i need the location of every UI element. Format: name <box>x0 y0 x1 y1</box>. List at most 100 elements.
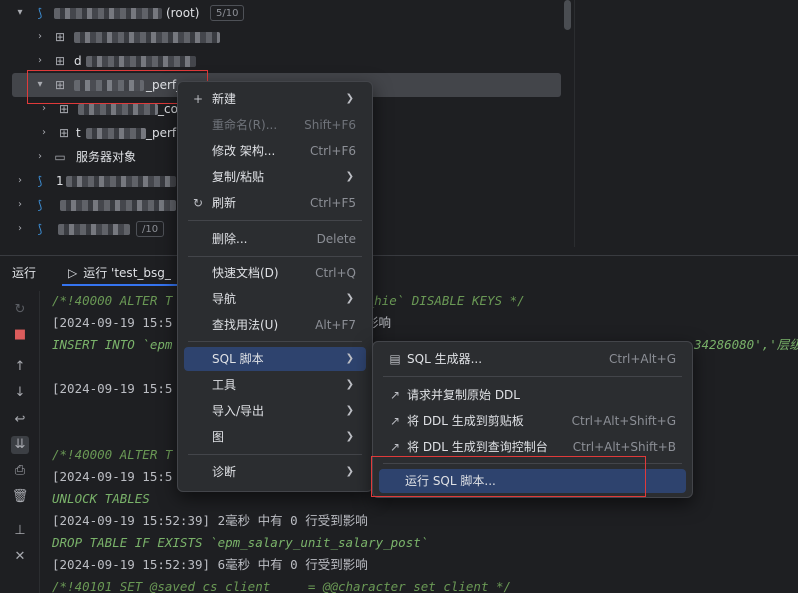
menu-item-diagnostics[interactable]: 诊断 ❯ <box>184 460 366 484</box>
menu-separator <box>383 376 682 377</box>
menu-item-sql-generator[interactable]: ▤ SQL 生成器... Ctrl+Alt+G <box>379 347 686 371</box>
console-line: UNLOCK TABLES <box>52 491 150 506</box>
plus-icon: + <box>192 92 204 106</box>
schema-label: d <box>74 54 82 68</box>
external-link-icon: ↗ <box>389 414 401 428</box>
console-line: DROP TABLE IF EXISTS `epm_salary_unit_sa… <box>52 535 429 550</box>
menu-item-find-usages[interactable]: 查找用法(U) Alt+F7 <box>184 313 366 337</box>
red-highlight-box <box>371 456 646 497</box>
schema-count-badge: /10 <box>136 221 165 237</box>
menu-item-navigate[interactable]: 导航 ❯ <box>184 287 366 311</box>
stop-icon[interactable]: ■ <box>11 326 29 344</box>
schema-icon: ⊞ <box>54 30 66 44</box>
close-icon[interactable]: ✕ <box>11 548 29 566</box>
chevron-right-icon[interactable]: › <box>34 50 46 72</box>
scroll-to-end-icon[interactable]: ⇊ <box>11 436 29 454</box>
menu-item-modify-schema[interactable]: 修改 架构... Ctrl+F6 <box>184 139 366 163</box>
run-panel-title: 运行 <box>12 266 37 280</box>
print-icon[interactable]: ⎙ <box>11 462 29 480</box>
redacted-text <box>78 104 158 115</box>
submenu-arrow-icon: ❯ <box>345 93 354 104</box>
pin-icon[interactable]: ⊥ <box>11 522 29 540</box>
folder-icon: ▭ <box>54 150 66 164</box>
console-line: /*!40000 ALTER T <box>52 447 173 462</box>
schema-icon: ⊞ <box>58 126 70 140</box>
tree-row-schema-2[interactable]: › ⊞ d <box>0 50 560 72</box>
redacted-text <box>54 8 162 19</box>
sql-generator-icon: ▤ <box>389 352 401 366</box>
tree-scrollbar[interactable] <box>564 0 571 30</box>
chevron-right-icon[interactable]: › <box>38 122 50 144</box>
rerun-icon[interactable]: ↻ <box>11 301 29 319</box>
redacted-text <box>58 224 130 235</box>
mysql-datasource-icon: ⟆ <box>37 198 43 212</box>
menu-item-ddl-to-clipboard[interactable]: ↗ 将 DDL 生成到剪贴板 Ctrl+Alt+Shift+G <box>379 409 686 433</box>
redacted-text <box>66 176 176 187</box>
run-tab[interactable]: ▷ 运行 'test_bsg_ <box>68 264 171 281</box>
redacted-text <box>60 200 176 211</box>
menu-item-new[interactable]: + 新建 ❯ <box>184 87 366 111</box>
external-link-icon: ↗ <box>389 388 401 402</box>
menu-item-import-export[interactable]: 导入/导出 ❯ <box>184 399 366 423</box>
console-line: /*!40000 ALTER Talary_hie` DISABLE KEYS … <box>52 293 525 308</box>
menu-item-tools[interactable]: 工具 ❯ <box>184 373 366 397</box>
console-line: [2024-09-19 15:5 影响 <box>52 315 392 330</box>
redacted-text <box>86 56 196 67</box>
schema-count-badge: 5/10 <box>210 5 245 21</box>
menu-separator <box>188 256 362 257</box>
console-line: [2024-09-19 15:52:39] 2毫秒 中有 0 行受到影响 <box>52 513 368 528</box>
context-menu: + 新建 ❯ 重命名(R)... Shift+F6 修改 架构... Ctrl+… <box>177 81 373 492</box>
refresh-icon: ↻ <box>192 196 204 210</box>
soft-wrap-icon[interactable]: ↩ <box>11 411 29 429</box>
console-line: [2024-09-19 15:5 <box>52 381 173 396</box>
schema-icon: ⊞ <box>54 54 66 68</box>
run-tab-label: 运行 'test_bsg_ <box>83 266 171 280</box>
side-panel <box>574 0 798 247</box>
tree-root-row[interactable]: ▾ ⟆ (root) 5/10 <box>0 2 560 24</box>
menu-separator <box>188 341 362 342</box>
menu-item-quick-doc[interactable]: 快速文档(D) Ctrl+Q <box>184 261 366 285</box>
schema-label: _perf <box>146 126 177 140</box>
chevron-right-icon[interactable]: › <box>14 194 26 216</box>
submenu-arrow-icon: ❯ <box>345 466 354 477</box>
menu-item-rename[interactable]: 重命名(R)... Shift+F6 <box>184 113 366 137</box>
server-objects-label: 服务器对象 <box>76 150 137 164</box>
mysql-datasource-icon: ⟆ <box>37 6 43 20</box>
submenu-arrow-icon: ❯ <box>345 293 354 304</box>
menu-item-sql-scripts[interactable]: SQL 脚本 ❯ <box>184 347 366 371</box>
menu-separator <box>188 454 362 455</box>
menu-separator <box>188 220 362 221</box>
tree-row-schema-1[interactable]: › ⊞ <box>0 26 560 48</box>
arrow-down-icon[interactable]: ↓ <box>11 384 29 402</box>
mysql-datasource-icon: ⟆ <box>37 222 43 236</box>
console-line: INSERT INTO `epm 34286080','层级 <box>52 337 798 352</box>
chevron-right-icon[interactable]: › <box>14 170 26 192</box>
menu-item-request-copy-ddl[interactable]: ↗ 请求并复制原始 DDL <box>379 383 686 407</box>
menu-item-delete[interactable]: 删除... Delete <box>184 227 366 251</box>
redacted-text <box>74 32 220 43</box>
chevron-right-icon[interactable]: › <box>34 26 46 48</box>
chevron-right-icon[interactable]: › <box>14 218 26 240</box>
schema-label: t <box>76 126 81 140</box>
run-toolwindow-header: 运行 ▷ 运行 'test_bsg_ <box>0 255 798 287</box>
menu-item-diagram[interactable]: 图 ❯ <box>184 425 366 449</box>
active-tab-indicator <box>62 284 180 286</box>
submenu-arrow-icon: ❯ <box>345 431 354 442</box>
console-line: /*!40101 SET @saved_cs_client = @@charac… <box>52 579 512 593</box>
play-icon: ▷ <box>68 266 78 280</box>
menu-item-copy-paste[interactable]: 复制/粘贴 ❯ <box>184 165 366 189</box>
redacted-text <box>86 128 146 139</box>
submenu-arrow-icon: ❯ <box>345 405 354 416</box>
arrow-up-icon[interactable]: ↑ <box>11 358 29 376</box>
chevron-down-icon[interactable]: ▾ <box>14 2 26 24</box>
datasource-label: 1 <box>56 174 64 188</box>
trash-icon[interactable]: 🗑 <box>11 488 29 506</box>
root-label: (root) <box>166 6 200 20</box>
submenu-arrow-icon: ❯ <box>345 171 354 182</box>
submenu-arrow-icon: ❯ <box>345 379 354 390</box>
console-line: [2024-09-19 15:52:39] 6毫秒 中有 0 行受到影响 <box>52 557 368 572</box>
menu-item-refresh[interactable]: ↻ 刷新 Ctrl+F5 <box>184 191 366 215</box>
chevron-right-icon[interactable]: › <box>34 146 46 168</box>
submenu-arrow-icon: ❯ <box>345 353 354 364</box>
run-toolbar: ↻ ■ ↑ ↓ ↩ ⇊ ⎙ 🗑 ⊥ ✕ <box>0 291 40 593</box>
